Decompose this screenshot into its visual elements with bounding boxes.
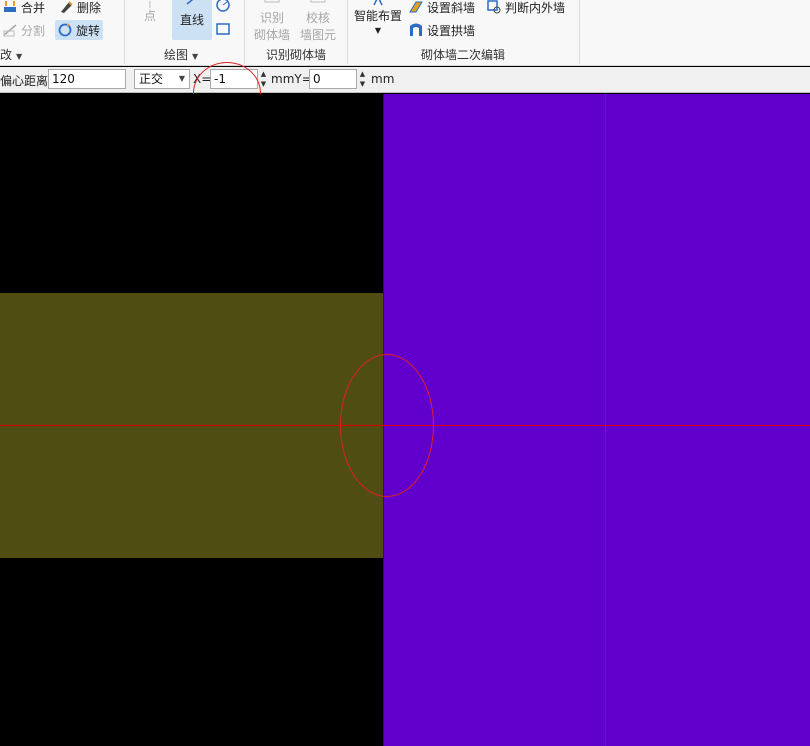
circle-button[interactable] [215, 0, 234, 14]
merge-label: 合并 [21, 0, 46, 15]
judge-inner-outer-wall-button[interactable]: 判断内外墙 [486, 0, 565, 16]
group-separator [244, 0, 245, 64]
offset-label: 偏心距离: [0, 74, 53, 88]
offset-input[interactable] [48, 69, 126, 89]
split-button[interactable]: 分割 [2, 21, 45, 39]
merge-icon [2, 0, 18, 15]
modify-group-label[interactable]: 改 ▼ [0, 46, 22, 63]
crosshair-vertical [605, 94, 606, 746]
y-label: mmY= [271, 72, 312, 86]
chevron-down-icon: ▼ [374, 26, 382, 35]
unit-label: mm [371, 72, 395, 86]
recognize-wall-icon [250, 0, 294, 10]
mode-select[interactable]: 正交 ▼ [134, 69, 190, 89]
edit-group-label: 砌体墙二次编辑 [421, 48, 506, 62]
delete-icon [58, 0, 74, 15]
wall-purple[interactable] [384, 94, 810, 746]
rectangle-button[interactable] [215, 20, 234, 38]
chevron-down-icon: ▼ [16, 52, 23, 61]
set-slant-wall-button[interactable]: 设置斜墙 [408, 0, 475, 16]
drawing-canvas[interactable] [0, 94, 810, 746]
delete-button[interactable]: 删除 [58, 0, 101, 16]
circle-icon [215, 0, 231, 13]
merge-button[interactable]: 合并 [2, 0, 45, 16]
point-icon: ╷ [146, 0, 154, 8]
check-wall-button[interactable]: 校核 墙图元 [296, 0, 340, 44]
split-icon [2, 22, 18, 38]
split-label: 分割 [21, 23, 46, 38]
recognize-group-label: 识别砌体墙 [266, 48, 327, 62]
line-icon [172, 0, 212, 8]
smart-layout-icon [351, 0, 405, 8]
chevron-down-icon: ▼ [178, 74, 185, 83]
draw-group-label[interactable]: 绘图 ▼ [164, 46, 198, 63]
chevron-down-icon: ▼ [192, 52, 199, 61]
rotate-label: 旋转 [76, 23, 101, 38]
check-wall-icon [296, 0, 340, 10]
y-input[interactable] [309, 69, 357, 89]
highlight-circle-junction [340, 354, 434, 497]
arch-wall-icon [408, 22, 424, 38]
group-separator [124, 0, 125, 64]
line-button[interactable]: 直线 [172, 0, 212, 40]
delete-label: 删除 [77, 0, 102, 15]
smart-layout-button[interactable]: 智能布置 ▼ [351, 0, 405, 44]
slant-wall-icon [408, 0, 424, 15]
group-separator [347, 0, 348, 64]
ribbon: 合并 删除 分割 旋转 改 ▼ ╷ 点 直线 绘图 ▼ 识别 砌体墙 校核 墙图… [0, 0, 810, 66]
rectangle-icon [215, 21, 231, 37]
y-spinner[interactable]: ▲ ▼ [357, 69, 368, 89]
rotate-icon [57, 22, 73, 38]
group-separator [579, 0, 580, 64]
set-arch-wall-button[interactable]: 设置拱墙 [408, 21, 475, 39]
recognize-wall-button[interactable]: 识别 砌体墙 [250, 0, 294, 44]
judge-wall-icon [486, 0, 502, 15]
point-button[interactable]: ╷ 点 [136, 0, 164, 34]
coordinate-toolbar: 偏心距离: 正交 ▼ X= ▲▼ mmY= ▲▼ mm [0, 67, 810, 93]
rotate-button[interactable]: 旋转 [55, 20, 104, 40]
